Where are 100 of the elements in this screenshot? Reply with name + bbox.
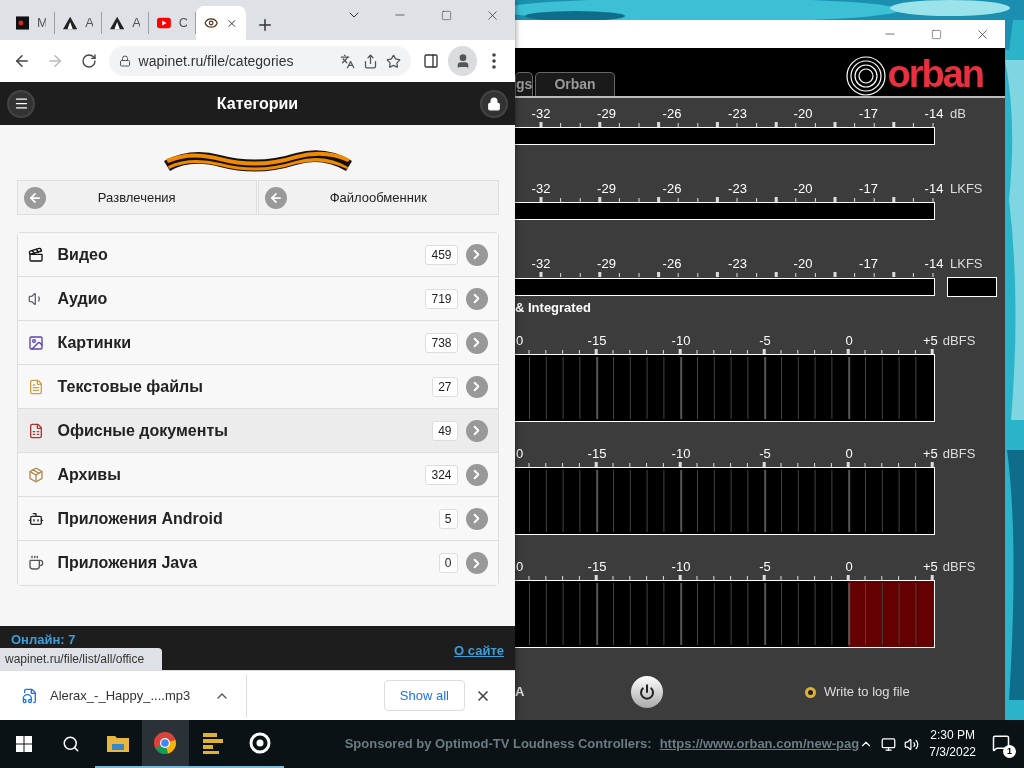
android-icon (27, 510, 44, 527)
document-icon (27, 422, 44, 439)
scale-label: -29 (596, 257, 617, 271)
power-button[interactable] (631, 676, 663, 708)
unit-label: dBFS (942, 560, 976, 574)
login-button[interactable] (480, 89, 508, 118)
sponsor-link[interactable]: https://www.orban.com/new-pag (659, 734, 860, 754)
count-badge: 0 (438, 553, 458, 573)
scale-label: -29 (596, 107, 617, 121)
clock[interactable]: 2:30 PM 7/3/2022 (929, 727, 976, 761)
scale-label: -32 (530, 182, 552, 196)
count-badge: 459 (425, 244, 458, 265)
scale-label: -20 (792, 107, 814, 121)
taskbar-app[interactable] (141, 720, 190, 768)
notification-count: 1 (1003, 745, 1016, 758)
scale-label: -17 (858, 182, 879, 196)
cut-label: A (515, 683, 526, 702)
scale-label: -10 (670, 560, 692, 574)
chevron-icon (465, 331, 488, 354)
scale-label: +5 (923, 447, 938, 461)
scale-label: -20 (792, 257, 814, 271)
unit-label: dBFS (942, 334, 976, 348)
lock-icon (487, 96, 501, 111)
scale-label: -23 (727, 182, 748, 196)
scale-label: +5 (923, 334, 938, 348)
scale-label: 0 (844, 560, 854, 574)
browser-tab[interactable]: M (8, 12, 55, 34)
nav-button[interactable]: Файлообменник (258, 180, 499, 215)
orban-logo: orban (887, 54, 983, 94)
category-item[interactable]: Картинки 738 (17, 321, 498, 365)
search-icon (61, 735, 80, 753)
nav-button[interactable]: Развлечения (16, 180, 257, 215)
clapperboard-icon (27, 246, 44, 263)
page-title: Категории (216, 93, 299, 114)
maximize-icon (440, 9, 452, 21)
maximize-icon (930, 28, 942, 40)
volume-icon[interactable] (904, 736, 920, 752)
chrome-icon (154, 732, 177, 754)
category-item[interactable]: Офисные документы 49 (17, 409, 498, 453)
download-file-name[interactable]: Alerax_-_Happy_....mp3 (50, 685, 191, 706)
unit-label: LKFS (950, 257, 983, 271)
scale-label: -20 (792, 182, 814, 196)
count-badge: 719 (425, 288, 458, 309)
count-badge: 5 (438, 508, 458, 529)
tab[interactable]: Orban (535, 72, 615, 96)
chevron-icon (465, 552, 488, 574)
scale-label: -14 (923, 257, 945, 271)
chevron-icon (465, 507, 488, 530)
section-label: & Integrated (515, 299, 592, 314)
more-icon (492, 53, 497, 69)
browser-tab[interactable] (196, 6, 246, 40)
show-all-button[interactable]: Show all (383, 680, 465, 711)
scale-label: -23 (727, 257, 748, 271)
radio-button[interactable] (805, 686, 816, 698)
url-text: wapinet.ru/file/categories (138, 51, 294, 71)
menu-icon (13, 96, 29, 111)
about-link[interactable]: О сайте (454, 641, 504, 661)
scale-label: -14 (923, 182, 945, 196)
category-item[interactable]: Приложения Java 0 (17, 541, 498, 585)
tab[interactable]: gs (515, 72, 533, 96)
play-favicon-icon (157, 17, 171, 29)
category-item[interactable]: Текстовые файлы 27 (17, 365, 498, 409)
menu-button[interactable] (7, 89, 35, 118)
scale-label: -23 (727, 107, 748, 121)
power-icon (639, 684, 655, 700)
scale-label: -32 (530, 107, 552, 121)
profile-button[interactable] (447, 46, 478, 76)
scale-label: -15 (586, 447, 608, 461)
address-bar[interactable]: wapinet.ru/file/categories (108, 46, 412, 76)
unit-label: dB (950, 107, 966, 121)
scale-label: -32 (530, 257, 552, 271)
text-file-icon (27, 378, 44, 395)
status-url: wapinet.ru/file/list/all/office (0, 648, 163, 670)
scale-label: -29 (596, 182, 617, 196)
scale-label: -5 (758, 334, 772, 348)
scale-label: -17 (858, 257, 879, 271)
count-badge: 738 (425, 332, 458, 353)
notifications-icon[interactable] (992, 734, 1010, 752)
category-item[interactable]: Видео 459 (17, 233, 498, 277)
bookmark-star-icon[interactable] (386, 53, 402, 69)
scale-label: 0 (515, 334, 525, 348)
category-item[interactable]: Архивы 324 (17, 453, 498, 497)
share-icon[interactable] (363, 53, 379, 69)
cup-icon (27, 555, 44, 571)
windows-icon (15, 736, 32, 752)
translate-icon[interactable] (340, 53, 356, 69)
scale-label: -15 (586, 560, 608, 574)
scale-label: -14 (923, 107, 945, 121)
scale-label: -10 (670, 334, 692, 348)
category-item[interactable]: Приложения Android 5 (17, 497, 498, 541)
network-icon[interactable] (881, 736, 897, 752)
tent-favicon-icon (110, 16, 125, 30)
scale-label: -5 (758, 447, 772, 461)
reload-icon (80, 53, 97, 69)
scale-label: +5 (923, 560, 938, 574)
category-item[interactable]: Аудио 719 (17, 277, 498, 321)
side-panel-icon (423, 53, 440, 69)
chevron-icon (465, 419, 488, 442)
scale-label: -17 (858, 107, 879, 121)
picture-icon (27, 334, 44, 351)
